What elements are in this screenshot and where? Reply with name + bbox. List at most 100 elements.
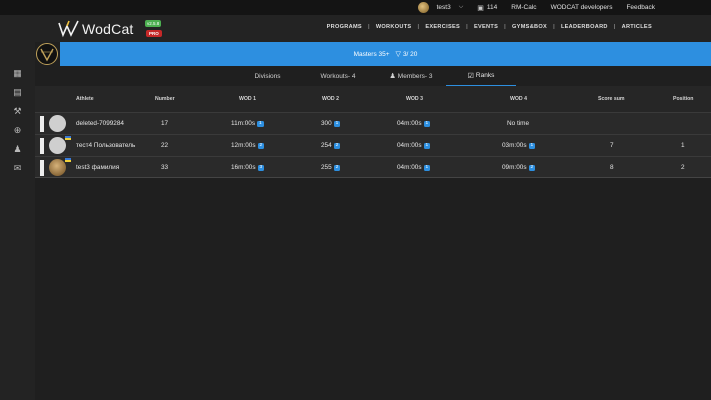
athlete-name[interactable]: deleted-7099284 (76, 120, 124, 127)
nav-exercises[interactable]: EXERCISES (419, 24, 466, 30)
ranks-table: Athlete Number WOD 1 WOD 2 WOD 3 WOD 4 S… (35, 86, 711, 178)
logo[interactable]: WodCat (58, 20, 134, 38)
position: 1 (681, 142, 685, 149)
feedback-link[interactable]: Feedback (626, 4, 655, 11)
tab-divisions[interactable]: Divisions (240, 66, 295, 86)
rank-badge: 2 (333, 164, 341, 171)
developers-link[interactable]: WODCAT developers (551, 4, 613, 11)
col-wod4[interactable]: WOD 4 (510, 96, 527, 102)
athlete-number: 17 (161, 120, 169, 127)
row-marker (40, 116, 44, 132)
athlete-name[interactable]: тест4 Пользователь (76, 142, 135, 149)
ranks-icon: ☑ (467, 72, 474, 80)
chat-icon[interactable]: ✉ (12, 163, 23, 174)
user-avatar (417, 2, 429, 13)
col-wod3[interactable]: WOD 3 (406, 96, 423, 102)
table-row[interactable]: тест4 Пользователь 22 12m:00s 2 254 2 04m:… (35, 134, 711, 156)
rank-badge: 2 (528, 164, 536, 171)
main-header: WodCat v2.5.8 PRO PROGRAMS | WORKOUTS | EX… (0, 15, 711, 42)
rank-badge: 1 (423, 142, 431, 149)
tab-ranks[interactable]: ☑ Ranks (446, 66, 516, 86)
tab-members[interactable]: ♟ Members- 3 (381, 66, 441, 86)
pro-badge: PRO (146, 30, 162, 37)
members-icon: ♟ (389, 73, 396, 80)
col-position[interactable]: Position (673, 96, 693, 102)
athlete-name[interactable]: test3 фамилия (76, 164, 119, 171)
wod3-result: 04m:00s 1 (397, 164, 431, 171)
position: 2 (681, 164, 685, 171)
nav-gyms-box[interactable]: GYMS&BOX (506, 24, 553, 30)
division-banner: Masters 35+ ▽ 3/ 20 (60, 42, 711, 66)
event-logo-icon (36, 43, 58, 65)
rank-badge: 1 (423, 120, 431, 127)
tab-label: Divisions (254, 72, 281, 80)
tab-label: Workouts- 4 (320, 72, 356, 80)
table-row[interactable]: deleted-7099284 17 11m:00s 1 300 1 04m:00s… (35, 112, 711, 134)
chevron-down-icon: ⌵ (458, 4, 464, 10)
nav-programs[interactable]: PROGRAMS (321, 24, 368, 30)
user-menu[interactable]: test3 ⌵ (417, 2, 464, 13)
event-tabs: Divisions Workouts- 4 ♟ Members- 3 ☑ Ran… (35, 66, 711, 86)
coins-value: 114 (486, 4, 498, 11)
score-sum: 7 (610, 142, 614, 149)
wod1-result: 11m:00s 1 (231, 120, 264, 127)
tab-label: Members- 3 (397, 72, 433, 80)
username: test3 (436, 4, 451, 11)
version-badge: v2.5.8 (145, 20, 162, 27)
row-marker (40, 160, 44, 176)
wod1-result: 12m:00s 2 (231, 142, 265, 149)
sidebar: ▦ ▤ ⚒ ⊕ ♟ ✉ (0, 42, 35, 400)
rank-badge: 1 (257, 120, 264, 127)
avatar (49, 159, 66, 176)
calendar-icon[interactable]: ▤ (12, 87, 23, 98)
wod3-result: 04m:00s 1 (397, 142, 431, 149)
rank-badge: 3 (257, 164, 265, 171)
rank-badge: 2 (333, 142, 341, 149)
logo-text: WodCat (82, 21, 134, 37)
rank-badge: 2 (257, 142, 265, 149)
wod3-result: 04m:00s 1 (397, 120, 431, 127)
wod2-result: 254 2 (321, 142, 341, 149)
nav-leaderboard[interactable]: LEADERBOARD (555, 24, 614, 30)
nav-articles[interactable]: ARTICLES (616, 24, 658, 30)
score-sum: 8 (610, 164, 614, 171)
col-wod1[interactable]: WOD 1 (239, 96, 256, 102)
user-icon[interactable]: ♟ (12, 144, 23, 155)
division-count: 3/ 20 (402, 50, 418, 58)
tab-workouts[interactable]: Workouts- 4 (313, 66, 363, 86)
col-number[interactable]: Number (155, 96, 175, 102)
row-marker (40, 138, 44, 154)
avatar (49, 137, 66, 154)
nav-events[interactable]: EVENTS (468, 24, 504, 30)
tab-label: Ranks (475, 72, 495, 79)
coins-counter[interactable]: ▣ 114 (477, 4, 497, 12)
capacity-icon: ▽ (395, 51, 401, 58)
wod4-result: 03m:00s 1 (502, 142, 536, 149)
col-athlete[interactable]: Athlete (76, 96, 94, 102)
table-row[interactable]: test3 фамилия 33 16m:00s 3 255 2 04m:00s 1 … (35, 156, 711, 178)
wod4-result: No time (507, 120, 530, 127)
logo-icon (58, 20, 79, 38)
athlete-number: 33 (161, 164, 169, 171)
athlete-number: 22 (161, 142, 169, 149)
wod2-result: 255 2 (321, 164, 341, 171)
coins-icon: ▣ (477, 4, 484, 12)
wod2-result: 300 1 (321, 120, 341, 127)
dashboard-icon[interactable]: ▦ (12, 68, 23, 79)
rm-calc-link[interactable]: RM-Calc (511, 4, 536, 11)
tools-icon[interactable]: ⚒ (12, 106, 23, 117)
col-score-sum[interactable]: Score sum (598, 96, 625, 102)
col-wod2[interactable]: WOD 2 (322, 96, 339, 102)
wod4-result: 09m:00s 2 (502, 164, 536, 171)
rank-badge: 1 (423, 164, 431, 171)
division-name: Masters 35+ (353, 50, 390, 58)
main-nav: PROGRAMS | WORKOUTS | EXERCISES | EVENTS | G… (321, 24, 658, 30)
flag-icon (65, 136, 71, 140)
rank-badge: 1 (333, 120, 341, 127)
add-circle-icon[interactable]: ⊕ (12, 125, 23, 136)
event-emblem (35, 42, 60, 66)
avatar (49, 115, 66, 132)
table-header: Athlete Number WOD 1 WOD 2 WOD 3 WOD 4 S… (35, 86, 711, 112)
nav-workouts[interactable]: WORKOUTS (370, 24, 418, 30)
rank-badge: 1 (528, 142, 536, 149)
